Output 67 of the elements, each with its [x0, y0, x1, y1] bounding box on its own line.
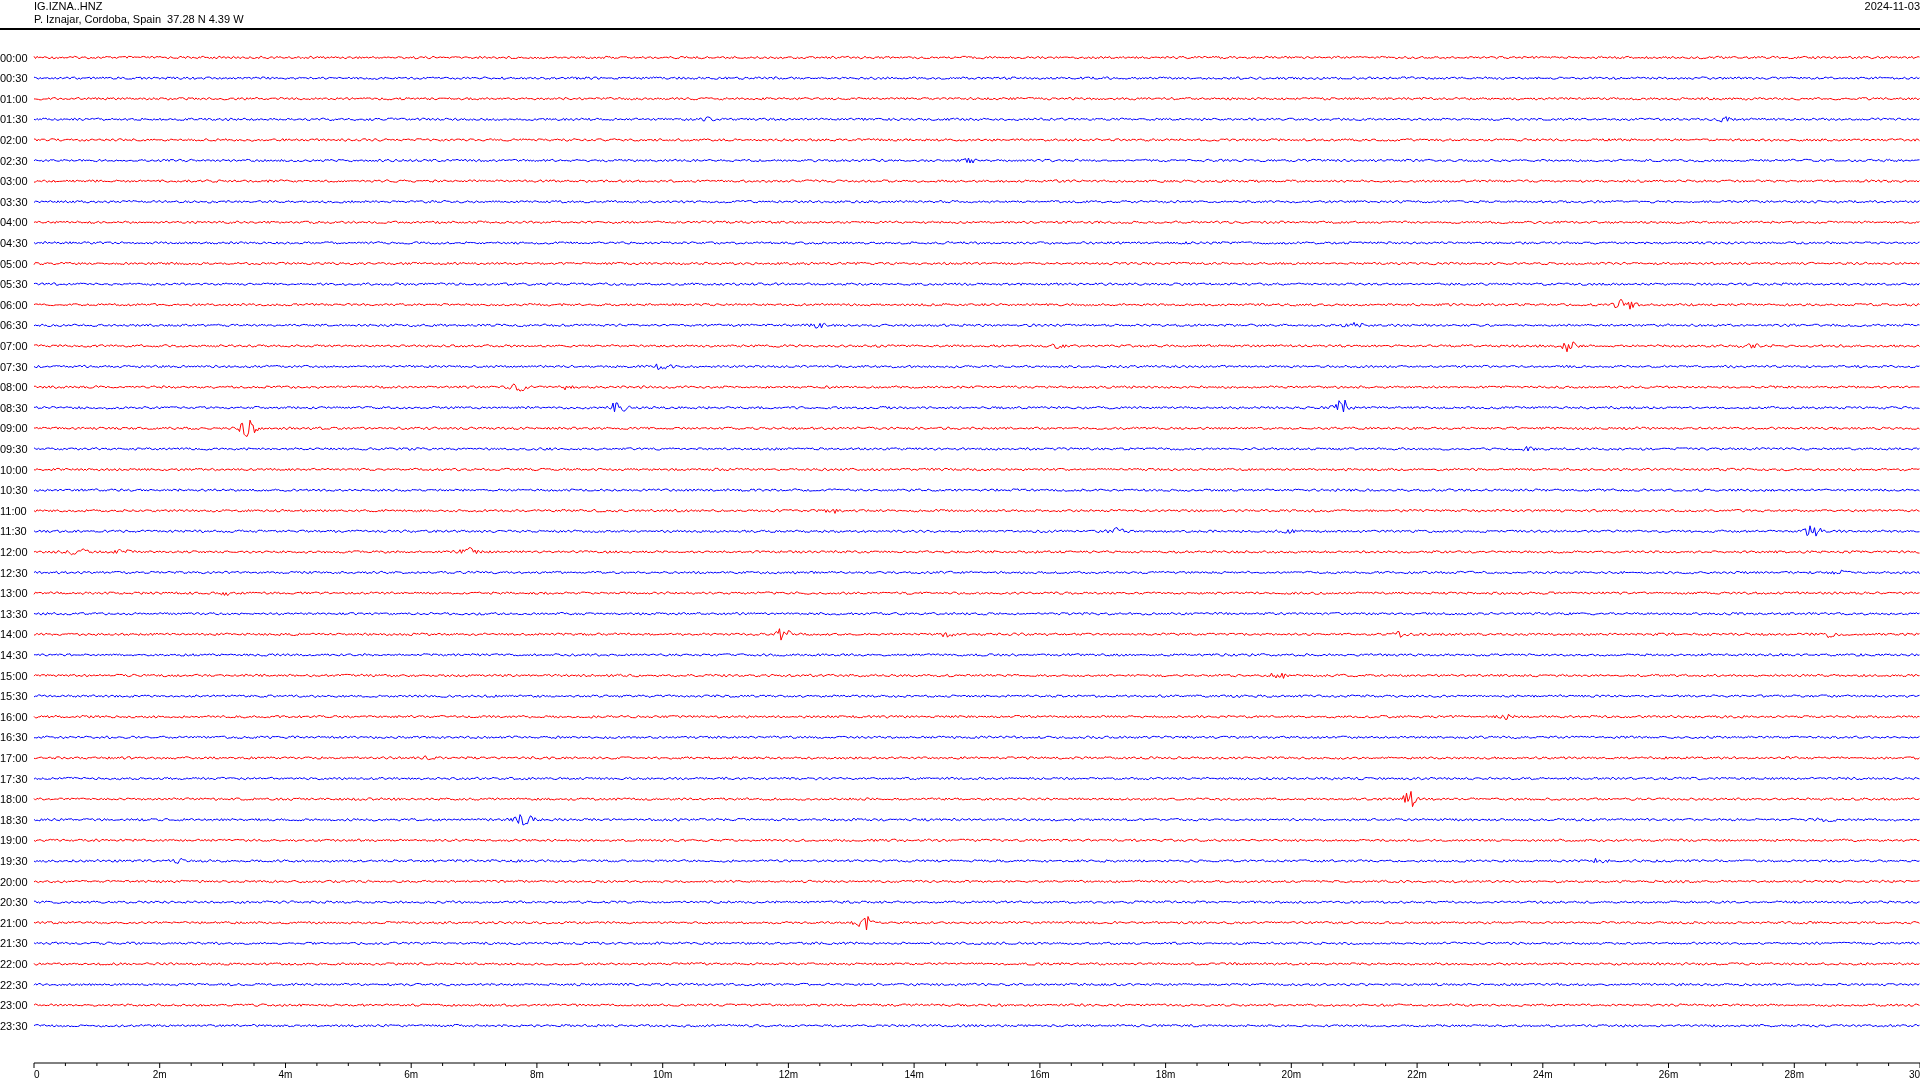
axis-tick-label: 16m — [1030, 1069, 1050, 1078]
axis-tick-label: 26m — [1658, 1069, 1679, 1078]
time-label: 19:30 — [0, 854, 28, 867]
time-label: 05:30 — [0, 278, 28, 291]
station-location: P. Iznajar, Cordoba, Spain 37.28 N 4.39 W — [34, 13, 244, 26]
time-label: 00:30 — [0, 72, 28, 85]
time-label: 03:00 — [0, 175, 28, 188]
axis-tick-label: 22m — [1407, 1069, 1427, 1078]
time-label: 08:00 — [0, 381, 28, 394]
axis-tick-label: 8m — [530, 1069, 544, 1078]
time-label: 19:00 — [0, 834, 28, 847]
time-label: 01:00 — [0, 92, 28, 105]
time-label: 13:00 — [0, 587, 28, 600]
axis-tick-label: 14m — [904, 1069, 924, 1078]
plot-date: 2024-11-03 — [1864, 0, 1920, 14]
axis-tick-label: 12m — [778, 1069, 799, 1078]
axis-tick-label: 0 — [34, 1069, 40, 1078]
axis-tick-label: 30 — [1908, 1069, 1920, 1078]
station-code: IG.IZNA..HNZ — [34, 0, 104, 13]
time-label: 01:30 — [0, 113, 28, 126]
axis-tick-label: 2m — [152, 1069, 167, 1078]
time-label: 11:30 — [0, 525, 27, 538]
time-label: 14:00 — [0, 628, 28, 641]
time-label: 23:30 — [0, 1019, 28, 1032]
time-label: 10:00 — [0, 463, 28, 476]
time-label: 17:00 — [0, 751, 28, 764]
time-label: 18:30 — [0, 813, 28, 826]
time-label: 14:30 — [0, 648, 28, 661]
time-label: 10:30 — [0, 484, 28, 497]
axis-tick-label: 18m — [1155, 1069, 1176, 1078]
time-label: 12:30 — [0, 566, 28, 579]
time-label: 04:30 — [0, 236, 28, 249]
time-label: 12:00 — [0, 545, 28, 558]
time-label: 07:30 — [0, 360, 28, 373]
axis-tick-label: 24m — [1533, 1069, 1553, 1078]
time-label: 23:00 — [0, 999, 28, 1012]
time-label: 22:30 — [0, 978, 28, 991]
time-label: 15:00 — [0, 669, 28, 682]
time-label: 04:00 — [0, 216, 28, 229]
time-label: 17:30 — [0, 772, 28, 785]
time-label: 21:00 — [0, 916, 28, 929]
time-label: 08:30 — [0, 401, 28, 414]
time-label: 16:00 — [0, 710, 28, 723]
time-label: 21:30 — [0, 937, 28, 950]
axis-tick-label: 20m — [1281, 1069, 1302, 1078]
time-label: 16:30 — [0, 731, 28, 744]
time-label: 15:30 — [0, 690, 28, 703]
time-label: 20:00 — [0, 875, 28, 888]
time-label: 00:00 — [0, 51, 28, 64]
axis-tick-label: 4m — [278, 1069, 293, 1078]
time-label: 03:30 — [0, 195, 28, 208]
axis-tick-label: 10m — [652, 1069, 673, 1078]
time-label: 22:00 — [0, 957, 28, 970]
time-label: 02:00 — [0, 133, 28, 146]
time-label: 06:30 — [0, 319, 28, 332]
time-label: 09:00 — [0, 422, 28, 435]
time-label: 20:30 — [0, 896, 28, 909]
time-label: 05:00 — [0, 257, 28, 270]
time-label: 02:30 — [0, 154, 28, 167]
time-label: 13:30 — [0, 607, 28, 620]
time-label: 06:00 — [0, 298, 28, 311]
axis-tick-label: 28m — [1784, 1069, 1804, 1078]
time-label: 09:30 — [0, 442, 28, 455]
time-label: 07:00 — [0, 339, 28, 352]
time-label: 11:00 — [0, 504, 27, 517]
axis-tick-label: 6m — [404, 1069, 419, 1078]
time-label: 18:00 — [0, 793, 28, 806]
